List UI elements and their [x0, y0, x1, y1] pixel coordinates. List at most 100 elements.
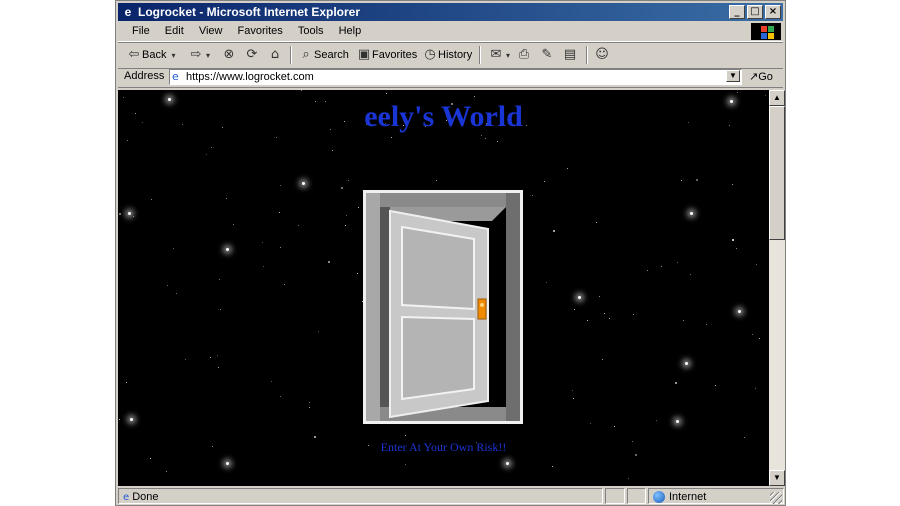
- chevron-down-icon: ▾: [205, 51, 210, 60]
- star: [661, 266, 662, 267]
- search-label: Search: [314, 49, 349, 61]
- star: [706, 324, 707, 325]
- mail-button[interactable]: ✉ ▾: [488, 46, 512, 64]
- star: [173, 248, 174, 249]
- enter-warning-link[interactable]: Enter At Your Own Risk!!: [118, 440, 769, 455]
- star: [298, 225, 299, 226]
- menu-edit[interactable]: Edit: [159, 22, 190, 41]
- star: [332, 150, 333, 151]
- star: [633, 314, 634, 315]
- security-zone-label: Internet: [669, 491, 707, 503]
- bright-star: [226, 248, 229, 251]
- windows-logo-icon: [751, 23, 781, 40]
- security-zone-panel: Internet: [648, 488, 784, 504]
- bright-star: [226, 462, 229, 465]
- history-button[interactable]: ◷ History: [422, 46, 472, 64]
- refresh-icon: ⟳: [246, 47, 258, 62]
- page-icon: e: [172, 70, 179, 83]
- star: [602, 359, 603, 360]
- home-button[interactable]: ⌂: [267, 46, 283, 64]
- globe-icon: [653, 491, 665, 504]
- mail-icon: ✉: [490, 47, 502, 62]
- menu-view[interactable]: View: [193, 22, 229, 41]
- star: [696, 179, 698, 181]
- star: [309, 402, 310, 403]
- edit-button[interactable]: ✎: [539, 46, 555, 64]
- menu-file[interactable]: File: [118, 22, 156, 41]
- status-text-panel: e Done: [118, 488, 603, 504]
- star: [567, 168, 568, 169]
- print-icon: ⎙: [518, 47, 530, 62]
- address-input[interactable]: e https://www.logrocket.com: [169, 69, 742, 85]
- star: [126, 382, 127, 383]
- edit-icon: ✎: [541, 47, 553, 62]
- star: [628, 478, 629, 479]
- menu-tools[interactable]: Tools: [292, 22, 330, 41]
- door-image-link[interactable]: [363, 190, 523, 424]
- window-controls: _ □ ×: [727, 5, 781, 19]
- star: [167, 285, 168, 286]
- go-arrow-icon: ↗: [749, 70, 759, 83]
- star: [226, 198, 227, 199]
- star: [553, 230, 555, 232]
- star: [263, 266, 264, 267]
- star: [301, 90, 302, 91]
- page-done-icon: e: [123, 492, 130, 503]
- star: [280, 396, 281, 397]
- star: [150, 458, 151, 459]
- close-button[interactable]: ×: [765, 5, 781, 19]
- star: [176, 293, 177, 294]
- star: [345, 225, 346, 226]
- star: [284, 284, 285, 285]
- forward-button[interactable]: ⇨ ▾: [188, 46, 212, 64]
- search-button[interactable]: ⌕ Search: [298, 46, 349, 64]
- stop-button[interactable]: ⊗: [221, 46, 237, 64]
- favorites-button[interactable]: ▣ Favorites: [356, 46, 417, 64]
- star: [590, 423, 591, 424]
- scroll-thumb[interactable]: [769, 106, 785, 240]
- minimize-button[interactable]: _: [729, 5, 745, 19]
- status-text: Done: [132, 491, 159, 503]
- star: [119, 213, 121, 215]
- star: [166, 471, 167, 472]
- title-bar: e Logrocket - Microsoft Internet Explore…: [118, 3, 783, 21]
- back-button[interactable]: ⇦ Back ▾: [126, 46, 178, 64]
- bright-star: [128, 212, 131, 215]
- star: [280, 185, 281, 186]
- star: [681, 180, 682, 181]
- vertical-scrollbar[interactable]: ▲ ▼: [769, 90, 785, 486]
- menu-help[interactable]: Help: [333, 22, 368, 41]
- discuss-icon: ▤: [563, 47, 577, 62]
- toolbar-separator: [586, 46, 588, 64]
- star: [271, 381, 272, 382]
- star: [683, 320, 684, 321]
- history-icon: ◷: [424, 47, 436, 62]
- star: [280, 247, 281, 248]
- maximize-button[interactable]: □: [747, 5, 763, 19]
- page-content: eely's World Enter At Your Own Risk!!: [118, 90, 769, 486]
- status-panel-progress: [605, 488, 625, 504]
- scroll-down-button[interactable]: ▼: [769, 470, 785, 486]
- messenger-button[interactable]: ☺: [594, 46, 610, 64]
- star: [233, 224, 234, 225]
- address-dropdown-button[interactable]: ▼: [726, 70, 740, 82]
- discuss-button[interactable]: ▤: [562, 46, 578, 64]
- scroll-up-button[interactable]: ▲: [769, 90, 785, 106]
- menu-favorites[interactable]: Favorites: [232, 22, 289, 41]
- menu-bar: File Edit View Favorites Tools Help: [118, 22, 783, 42]
- print-button[interactable]: ⎙: [516, 46, 532, 64]
- star: [614, 426, 615, 427]
- star: [262, 242, 263, 243]
- resize-grip[interactable]: [770, 492, 782, 504]
- forward-arrow-icon: ⇨: [190, 47, 202, 62]
- bright-star: [685, 362, 688, 365]
- star: [596, 222, 597, 223]
- go-button[interactable]: ↗Go: [749, 70, 773, 83]
- refresh-button[interactable]: ⟳: [244, 46, 260, 64]
- star: [546, 282, 547, 283]
- open-door-icon: [380, 207, 506, 419]
- star: [328, 261, 330, 263]
- bright-star: [578, 296, 581, 299]
- star: [544, 181, 545, 182]
- star: [219, 279, 220, 280]
